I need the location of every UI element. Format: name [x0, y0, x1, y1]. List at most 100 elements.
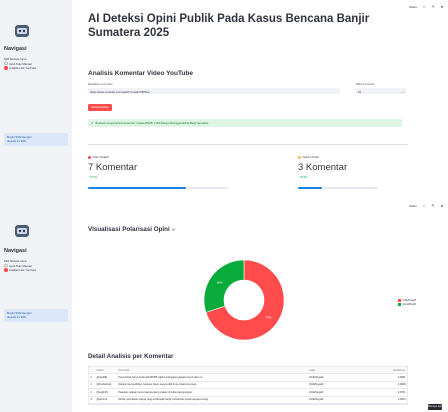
max-comments-value: 10	[358, 89, 362, 94]
check-circle-icon: ✔	[91, 121, 94, 125]
analyze-button[interactable]: Mulai Analisis	[88, 104, 112, 111]
progress-fill	[88, 187, 186, 189]
viz-title-text: Visualisasi Polarisasi Opini	[88, 226, 170, 233]
table-title: Detail Analisis per Komentar	[88, 353, 174, 360]
sidebar-nav-title: Navigasi	[4, 248, 27, 254]
metric-negative-progress	[88, 187, 228, 189]
url-input-label: Masukkan Link Video	[88, 83, 113, 86]
section-divider	[88, 144, 408, 145]
github-icon[interactable]: ●	[440, 204, 444, 208]
table-cell: 0.9961	[397, 376, 406, 380]
model-info-box: Model SVM dengan akurasi 91.29%	[4, 309, 68, 322]
toolbar-top: Share ☆ ✎ ●	[409, 5, 444, 10]
table-cell: 0.9731	[397, 390, 406, 394]
legend-swatch-green	[398, 302, 401, 306]
metric-neutral-label: Netral / Positif	[298, 156, 319, 159]
metric-negative-delta: ↑ 70.0%	[88, 176, 98, 179]
donut-slice-label: 70%	[265, 316, 271, 320]
legend-item-positive[interactable]: Netral/Positif	[398, 302, 416, 306]
metric-negative-label: Kritik / Negatif	[88, 156, 109, 159]
table-cell: Kritik/Negatif	[309, 383, 324, 387]
comment-detail-table[interactable]: Author Komentar Label Confidence 0 @trad2…	[88, 366, 408, 405]
table-cell: @trad291	[96, 376, 108, 380]
table-cell: Kritik/Negatif	[309, 390, 324, 394]
youtube-section-heading: Analisis Komentar Video YouTube	[88, 70, 193, 77]
table-cell: Pasukan relawan terus bekerja siang mala…	[118, 390, 193, 394]
legend-item-negative[interactable]: Kritik/Negatif	[398, 298, 416, 302]
table-cell: 0.9644	[397, 398, 406, 402]
share-button[interactable]: Share	[409, 5, 417, 9]
viz-title: Visualisasi Polarisasi Opini ⊖	[88, 226, 175, 233]
legend-label: Kritik/Negatif	[402, 298, 417, 302]
radio-input-manual[interactable]: Input Teks Manual	[4, 264, 32, 268]
column-header[interactable]: Komentar	[117, 369, 308, 372]
sidebar: Navigasi Pilih Metode Input Input Teks M…	[0, 0, 72, 412]
page-title: AI Deteksi Opini Publik Pada Kasus Benca…	[88, 13, 370, 39]
table-row[interactable]: 2 @sugih09 Pasukan relawan terus bekerja s…	[89, 389, 407, 397]
legend-label: Netral/Positif	[402, 302, 417, 306]
robot-icon	[15, 225, 29, 237]
sidebar-duplicate: Navigasi Pilih Metode Input Input Teks M…	[0, 200, 72, 412]
table-row[interactable]: 1 @Ferdiabu4y Sangat menyedihkan, bantuan …	[89, 382, 407, 390]
yellow-dot-icon	[298, 156, 301, 159]
donut-slice-label: 30%	[217, 280, 223, 284]
input-method-label: Pilih Metode Input	[4, 259, 27, 263]
table-cell: @ozu12a	[96, 398, 108, 402]
github-icon[interactable]: ●	[440, 5, 444, 9]
youtube-url-input[interactable]: https://www.youtube.com/watch?v=qwHTIBt7…	[88, 88, 340, 94]
metric-label-text: Kritik / Negatif	[92, 156, 109, 159]
max-comments-stepper[interactable]: 10 − +	[356, 88, 406, 94]
table-cell: Sangat menyedihkan, bantuan harus segera…	[118, 383, 199, 387]
table-cell: Pemerintah harus bertindak! BNPB wajib b…	[118, 376, 204, 380]
sidebar-primary: Navigasi Pilih Metode Input Input Teks M…	[0, 0, 72, 200]
radio-youtube-link[interactable]: Analisis Link YouTube	[4, 268, 36, 272]
radio-input-manual[interactable]: Input Teks Manual	[4, 62, 32, 66]
metric-neutral-value: 3 Komentar	[298, 162, 348, 173]
manage-app-button[interactable]: Manage app	[428, 404, 442, 410]
success-alert: ✔ Berhasil mengambil komentar dari: Upda…	[88, 119, 402, 127]
table-row[interactable]: 3 @ozu12a Mohon perhatikan warga yang terd…	[89, 397, 407, 404]
chart-legend: Kritik/Negatif Netral/Positif	[398, 298, 416, 306]
metric-negative-value: 7 Komentar	[88, 162, 138, 173]
toolbar-top-duplicate: Share ☆ ✎ ●	[409, 204, 444, 209]
radio-button[interactable]	[4, 61, 8, 66]
table-cell: 0.9948	[397, 383, 406, 387]
edit-icon[interactable]: ✎	[431, 204, 435, 208]
polarization-donut-chart: 70% 30%	[203, 259, 285, 341]
column-header[interactable]: Confidence	[377, 369, 407, 372]
table-cell: @Ferdiabu4y	[96, 383, 112, 387]
radio-button-selected[interactable]	[4, 268, 8, 272]
column-header[interactable]: Author	[95, 369, 117, 372]
success-text: Berhasil mengambil komentar dari: Update…	[95, 121, 209, 125]
radio-label: Analisis Link YouTube	[9, 268, 37, 272]
radio-button-selected[interactable]	[4, 66, 8, 70]
input-method-label: Pilih Metode Input	[4, 57, 27, 61]
model-info-box: Model SVM dengan akurasi 91.29%	[4, 133, 68, 146]
main-content: Share ☆ ✎ ● Share ☆ ✎ ● AI Deteksi Opini…	[72, 0, 448, 412]
star-icon[interactable]: ☆	[422, 5, 426, 9]
progress-fill	[298, 187, 322, 189]
link-icon[interactable]: ⊖	[172, 227, 175, 232]
legend-swatch-red	[398, 298, 401, 302]
share-button[interactable]: Share	[409, 204, 417, 208]
donut-slice-netral-positif[interactable]	[203, 259, 245, 313]
table-row[interactable]: 0 @trad291 Pemerintah harus bertindak! BNP…	[89, 374, 407, 382]
max-comments-label: Maks Komentar	[356, 83, 375, 86]
table-cell: Kritik/Negatif	[309, 376, 324, 380]
metric-neutral-progress	[298, 187, 378, 189]
radio-button[interactable]	[4, 263, 8, 268]
app-page: Navigasi Pilih Metode Input Input Teks M…	[0, 0, 448, 412]
robot-icon	[15, 25, 29, 37]
radio-youtube-link[interactable]: Analisis Link YouTube	[4, 66, 36, 70]
stepper-controls[interactable]: − +	[400, 90, 404, 94]
star-icon[interactable]: ☆	[422, 204, 426, 208]
radio-label: Input Teks Manual	[9, 61, 32, 66]
edit-icon[interactable]: ✎	[431, 5, 435, 9]
table-cell: Mohon perhatikan warga yang terdampak ba…	[118, 398, 209, 402]
sidebar-nav-title: Navigasi	[4, 46, 27, 52]
metric-label-text: Netral / Positif	[302, 156, 319, 159]
metric-neutral-delta: ↑ 30.0%	[298, 176, 308, 179]
column-header[interactable]: Label	[308, 369, 378, 372]
table-cell: Kritik/Negatif	[309, 398, 324, 402]
table-header-row: Author Komentar Label Confidence	[89, 367, 407, 375]
